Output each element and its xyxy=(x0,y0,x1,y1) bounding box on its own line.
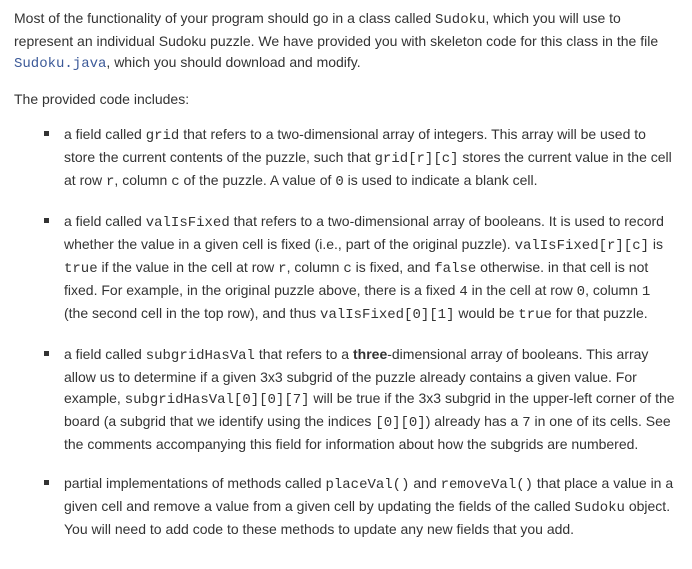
inline-code: grid xyxy=(146,128,180,144)
inline-code: true xyxy=(518,307,552,323)
body-text: that refers to a xyxy=(255,346,353,362)
body-text: (the second cell in the top row), and th… xyxy=(64,305,320,321)
inline-code: false xyxy=(434,261,476,277)
body-text: is xyxy=(649,236,663,252)
body-text: , column xyxy=(287,259,344,275)
inline-code: 1 xyxy=(642,284,650,300)
inline-code: removeVal() xyxy=(441,477,533,493)
body-text: a field called xyxy=(64,213,146,229)
inline-code: 0 xyxy=(335,174,343,190)
list-item: a field called valIsFixed that refers to… xyxy=(44,211,678,326)
inline-code: grid[r][c] xyxy=(375,151,459,167)
inline-code: subgridHasVal xyxy=(146,348,255,364)
inline-code: 7 xyxy=(522,415,530,431)
inline-code: [0][0] xyxy=(375,415,425,431)
body-text: partial implementations of methods calle… xyxy=(64,475,325,491)
body-text: a field called xyxy=(64,346,146,362)
lead-paragraph: The provided code includes: xyxy=(14,89,678,110)
intro-text: , which you should download and modify. xyxy=(106,54,360,70)
inline-code: valIsFixed xyxy=(146,215,230,231)
inline-code: placeVal() xyxy=(325,477,409,493)
body-text: for that puzzle. xyxy=(552,305,648,321)
body-text: in the cell at row xyxy=(468,282,577,298)
body-text: of the puzzle. A value of xyxy=(180,172,336,188)
inline-code: r xyxy=(278,261,286,277)
feature-list: a field called grid that refers to a two… xyxy=(44,124,678,540)
body-text: would be xyxy=(454,305,518,321)
body-text: if the value in the cell at row xyxy=(98,259,279,275)
inline-code: valIsFixed[0][1] xyxy=(320,307,454,323)
intro-paragraph: Most of the functionality of your progra… xyxy=(14,8,678,75)
list-item: a field called subgridHasVal that refers… xyxy=(44,344,678,455)
sudoku-java-link[interactable]: Sudoku.java xyxy=(14,56,106,72)
body-text: , column xyxy=(585,282,642,298)
inline-code: c xyxy=(171,174,179,190)
body-text: a field called xyxy=(64,126,146,142)
body-text: is used to indicate a blank cell. xyxy=(344,172,538,188)
class-name-code: Sudoku xyxy=(435,12,485,28)
list-item: partial implementations of methods calle… xyxy=(44,473,678,540)
inline-code: subgridHasVal[0][0][7] xyxy=(125,392,310,408)
bold-text: three xyxy=(353,346,387,362)
inline-code: valIsFixed[r][c] xyxy=(515,238,649,254)
inline-code: c xyxy=(343,261,351,277)
intro-text: Most of the functionality of your progra… xyxy=(14,10,435,26)
inline-code: 4 xyxy=(459,284,467,300)
body-text: is fixed, and xyxy=(352,259,435,275)
inline-code: true xyxy=(64,261,98,277)
inline-code: 0 xyxy=(577,284,585,300)
body-text: and xyxy=(409,475,440,491)
list-item: a field called grid that refers to a two… xyxy=(44,124,678,193)
body-text: , column xyxy=(114,172,171,188)
inline-code: Sudoku xyxy=(575,500,625,516)
body-text: ) already has a xyxy=(426,413,523,429)
